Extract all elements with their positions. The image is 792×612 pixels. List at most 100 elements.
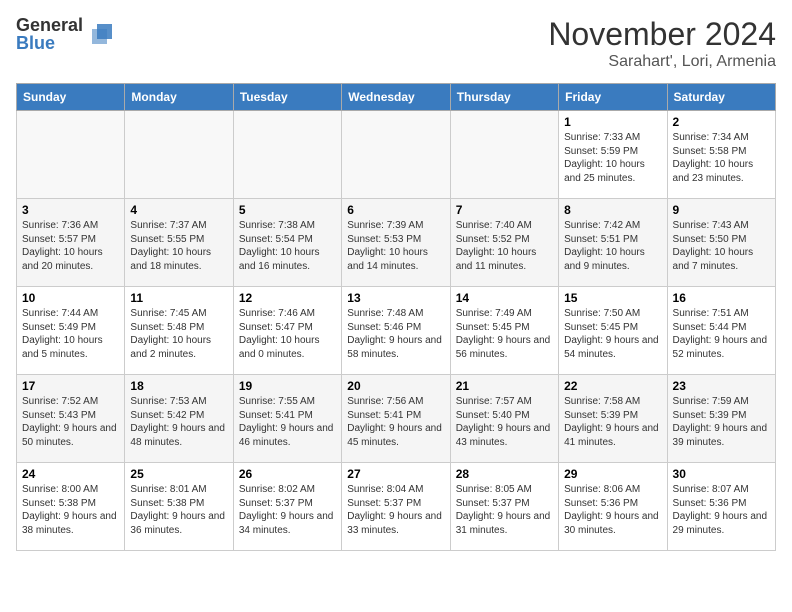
day-info: Sunrise: 7:48 AM Sunset: 5:46 PM Dayligh… xyxy=(347,307,444,361)
day-number: 30 xyxy=(673,467,770,481)
calendar-cell: 8 Sunrise: 7:42 AM Sunset: 5:51 PM Daylig… xyxy=(559,199,667,287)
day-info: Sunrise: 8:04 AM Sunset: 5:37 PM Dayligh… xyxy=(347,483,444,537)
weekday-header-tuesday: Tuesday xyxy=(233,84,341,111)
calendar-cell: 7Sunrise: 7:40 AM Sunset: 5:52 PM Daylig… xyxy=(450,199,558,287)
weekday-header-sunday: Sunday xyxy=(17,84,125,111)
day-number: 1 xyxy=(564,115,661,129)
day-info: Sunrise: 8:07 AM Sunset: 5:36 PM Dayligh… xyxy=(673,483,770,537)
calendar-cell: 13 Sunrise: 7:48 AM Sunset: 5:46 PM Dayli… xyxy=(342,287,450,375)
day-number: 6 xyxy=(347,203,444,217)
day-number: 19 xyxy=(239,379,336,393)
location: Sarahart', Lori, Armenia xyxy=(548,53,776,71)
calendar-cell: 20 Sunrise: 7:56 AM Sunset: 5:41 PM Dayli… xyxy=(342,375,450,463)
calendar-cell: 27Sunrise: 8:04 AM Sunset: 5:37 PM Dayli… xyxy=(342,463,450,551)
week-row-1: 1 Sunrise: 7:33 AM Sunset: 5:59 PM Daylig… xyxy=(17,111,776,199)
calendar-cell: 2Sunrise: 7:34 AM Sunset: 5:58 PM Daylig… xyxy=(667,111,775,199)
day-number: 26 xyxy=(239,467,336,481)
day-info: Sunrise: 7:52 AM Sunset: 5:43 PM Dayligh… xyxy=(22,395,119,449)
day-info: Sunrise: 7:57 AM Sunset: 5:40 PM Dayligh… xyxy=(456,395,553,449)
calendar-cell: 9Sunrise: 7:43 AM Sunset: 5:50 PM Daylig… xyxy=(667,199,775,287)
day-number: 4 xyxy=(130,203,227,217)
weekday-header-thursday: Thursday xyxy=(450,84,558,111)
calendar-cell: 4 Sunrise: 7:37 AM Sunset: 5:55 PM Daylig… xyxy=(125,199,233,287)
day-info: Sunrise: 7:45 AM Sunset: 5:48 PM Dayligh… xyxy=(130,307,227,361)
day-info: Sunrise: 7:33 AM Sunset: 5:59 PM Dayligh… xyxy=(564,131,661,185)
calendar-cell xyxy=(342,111,450,199)
day-info: Sunrise: 7:46 AM Sunset: 5:47 PM Dayligh… xyxy=(239,307,336,361)
calendar-cell: 14 Sunrise: 7:49 AM Sunset: 5:45 PM Dayli… xyxy=(450,287,558,375)
calendar-cell: 6 Sunrise: 7:39 AM Sunset: 5:53 PM Daylig… xyxy=(342,199,450,287)
day-number: 17 xyxy=(22,379,119,393)
day-number: 8 xyxy=(564,203,661,217)
day-info: Sunrise: 7:42 AM Sunset: 5:51 PM Dayligh… xyxy=(564,219,661,273)
day-info: Sunrise: 7:36 AM Sunset: 5:57 PM Dayligh… xyxy=(22,219,119,273)
day-info: Sunrise: 7:56 AM Sunset: 5:41 PM Dayligh… xyxy=(347,395,444,449)
calendar-cell: 30 Sunrise: 8:07 AM Sunset: 5:36 PM Dayli… xyxy=(667,463,775,551)
weekday-header-friday: Friday xyxy=(559,84,667,111)
day-info: Sunrise: 7:50 AM Sunset: 5:45 PM Dayligh… xyxy=(564,307,661,361)
calendar-cell: 3Sunrise: 7:36 AM Sunset: 5:57 PM Daylig… xyxy=(17,199,125,287)
title-block: November 2024 Sarahart', Lori, Armenia xyxy=(548,16,776,71)
calendar-cell: 21Sunrise: 7:57 AM Sunset: 5:40 PM Dayli… xyxy=(450,375,558,463)
day-info: Sunrise: 8:05 AM Sunset: 5:37 PM Dayligh… xyxy=(456,483,553,537)
day-number: 22 xyxy=(564,379,661,393)
week-row-3: 10 Sunrise: 7:44 AM Sunset: 5:49 PM Dayli… xyxy=(17,287,776,375)
calendar-cell xyxy=(125,111,233,199)
week-row-5: 24 Sunrise: 8:00 AM Sunset: 5:38 PM Dayli… xyxy=(17,463,776,551)
day-info: Sunrise: 7:37 AM Sunset: 5:55 PM Dayligh… xyxy=(130,219,227,273)
day-number: 29 xyxy=(564,467,661,481)
weekday-header-wednesday: Wednesday xyxy=(342,84,450,111)
day-info: Sunrise: 7:38 AM Sunset: 5:54 PM Dayligh… xyxy=(239,219,336,273)
day-info: Sunrise: 7:43 AM Sunset: 5:50 PM Dayligh… xyxy=(673,219,770,273)
calendar-cell: 15 Sunrise: 7:50 AM Sunset: 5:45 PM Dayli… xyxy=(559,287,667,375)
calendar-cell: 11 Sunrise: 7:45 AM Sunset: 5:48 PM Dayli… xyxy=(125,287,233,375)
calendar-cell: 17 Sunrise: 7:52 AM Sunset: 5:43 PM Dayli… xyxy=(17,375,125,463)
calendar-cell: 25Sunrise: 8:01 AM Sunset: 5:38 PM Dayli… xyxy=(125,463,233,551)
calendar-cell: 19 Sunrise: 7:55 AM Sunset: 5:41 PM Dayli… xyxy=(233,375,341,463)
day-number: 15 xyxy=(564,291,661,305)
calendar-cell: 18 Sunrise: 7:53 AM Sunset: 5:42 PM Dayli… xyxy=(125,375,233,463)
calendar-cell: 22 Sunrise: 7:58 AM Sunset: 5:39 PM Dayli… xyxy=(559,375,667,463)
day-info: Sunrise: 7:51 AM Sunset: 5:44 PM Dayligh… xyxy=(673,307,770,361)
day-info: Sunrise: 8:02 AM Sunset: 5:37 PM Dayligh… xyxy=(239,483,336,537)
day-info: Sunrise: 7:53 AM Sunset: 5:42 PM Dayligh… xyxy=(130,395,227,449)
logo-blue: Blue xyxy=(16,34,83,52)
week-row-4: 17 Sunrise: 7:52 AM Sunset: 5:43 PM Dayli… xyxy=(17,375,776,463)
day-info: Sunrise: 8:01 AM Sunset: 5:38 PM Dayligh… xyxy=(130,483,227,537)
day-number: 5 xyxy=(239,203,336,217)
day-info: Sunrise: 7:55 AM Sunset: 5:41 PM Dayligh… xyxy=(239,395,336,449)
day-info: Sunrise: 7:58 AM Sunset: 5:39 PM Dayligh… xyxy=(564,395,661,449)
weekday-header-monday: Monday xyxy=(125,84,233,111)
logo-general: General xyxy=(16,16,83,34)
day-number: 7 xyxy=(456,203,553,217)
day-number: 20 xyxy=(347,379,444,393)
day-number: 24 xyxy=(22,467,119,481)
weekday-header-row: SundayMondayTuesdayWednesdayThursdayFrid… xyxy=(17,84,776,111)
day-info: Sunrise: 8:06 AM Sunset: 5:36 PM Dayligh… xyxy=(564,483,661,537)
calendar-cell: 12 Sunrise: 7:46 AM Sunset: 5:47 PM Dayli… xyxy=(233,287,341,375)
calendar-cell xyxy=(233,111,341,199)
calendar-cell: 24 Sunrise: 8:00 AM Sunset: 5:38 PM Dayli… xyxy=(17,463,125,551)
day-number: 14 xyxy=(456,291,553,305)
calendar-cell: 26 Sunrise: 8:02 AM Sunset: 5:37 PM Dayli… xyxy=(233,463,341,551)
day-info: Sunrise: 7:59 AM Sunset: 5:39 PM Dayligh… xyxy=(673,395,770,449)
day-number: 28 xyxy=(456,467,553,481)
day-info: Sunrise: 7:39 AM Sunset: 5:53 PM Dayligh… xyxy=(347,219,444,273)
logo: General Blue xyxy=(16,16,117,52)
calendar-cell: 5 Sunrise: 7:38 AM Sunset: 5:54 PM Daylig… xyxy=(233,199,341,287)
day-number: 13 xyxy=(347,291,444,305)
day-number: 11 xyxy=(130,291,227,305)
calendar-cell: 1 Sunrise: 7:33 AM Sunset: 5:59 PM Daylig… xyxy=(559,111,667,199)
day-info: Sunrise: 8:00 AM Sunset: 5:38 PM Dayligh… xyxy=(22,483,119,537)
day-info: Sunrise: 7:44 AM Sunset: 5:49 PM Dayligh… xyxy=(22,307,119,361)
day-number: 16 xyxy=(673,291,770,305)
page-header: General Blue November 2024 Sarahart', Lo… xyxy=(16,16,776,71)
calendar-cell xyxy=(450,111,558,199)
calendar-cell xyxy=(17,111,125,199)
day-number: 10 xyxy=(22,291,119,305)
calendar-cell: 29 Sunrise: 8:06 AM Sunset: 5:36 PM Dayli… xyxy=(559,463,667,551)
calendar-cell: 10 Sunrise: 7:44 AM Sunset: 5:49 PM Dayli… xyxy=(17,287,125,375)
day-number: 12 xyxy=(239,291,336,305)
day-info: Sunrise: 7:49 AM Sunset: 5:45 PM Dayligh… xyxy=(456,307,553,361)
day-number: 18 xyxy=(130,379,227,393)
